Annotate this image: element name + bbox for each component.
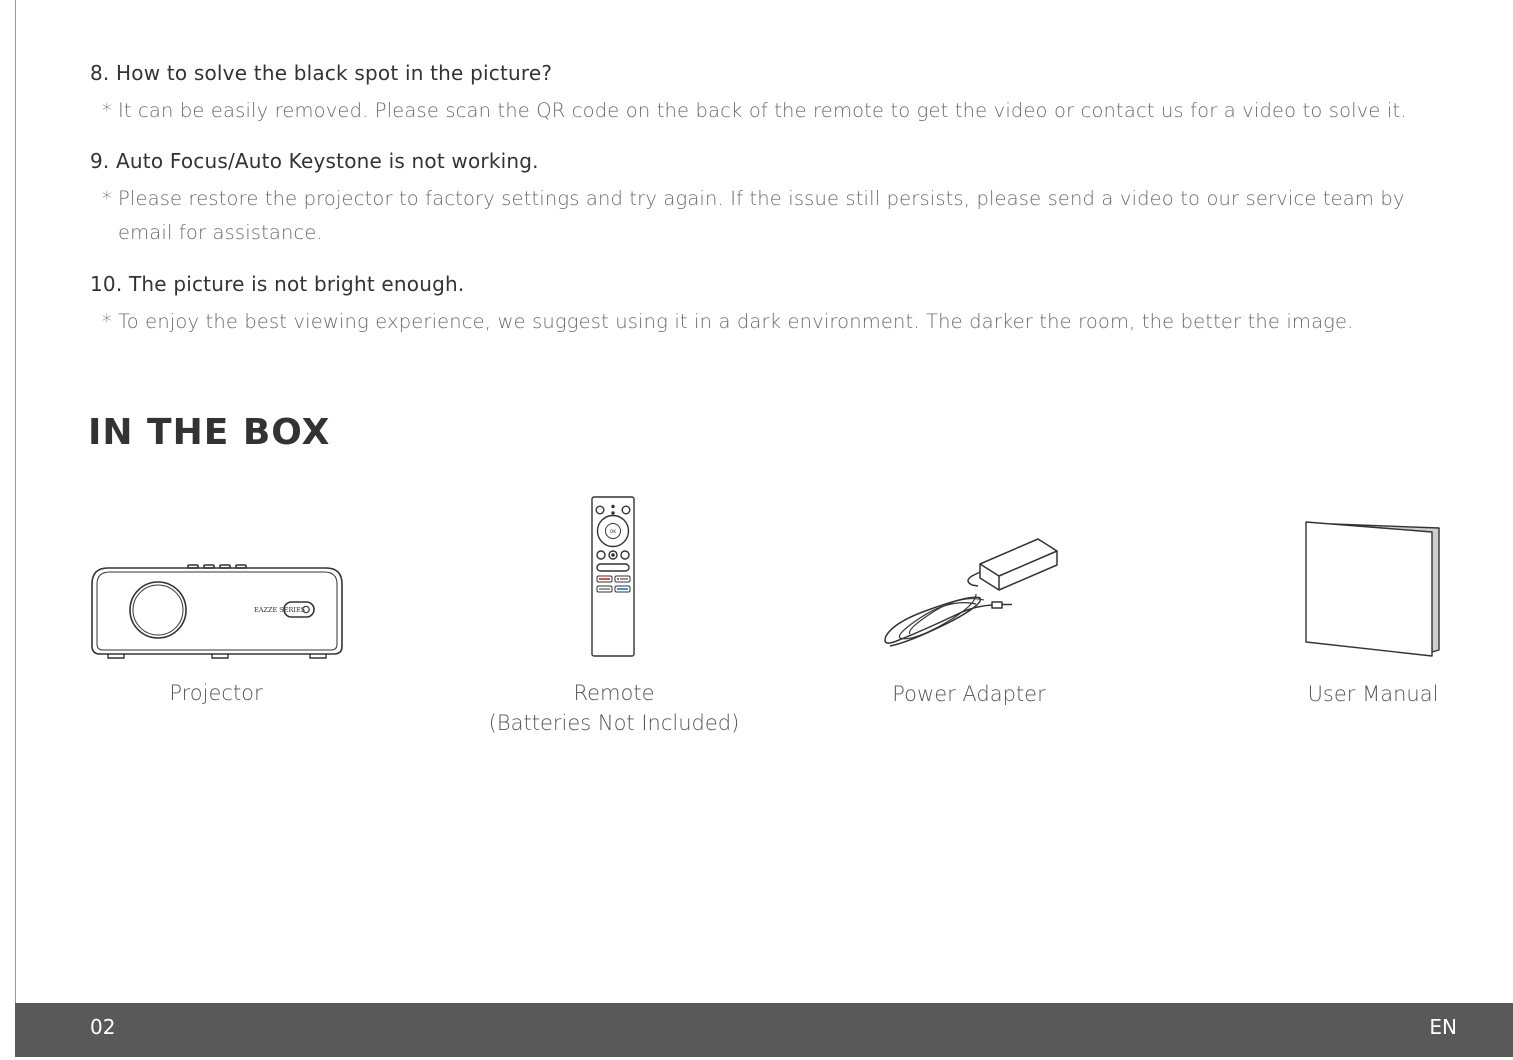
remote-icon: OK bbox=[591, 496, 635, 657]
power-adapter-icon bbox=[884, 538, 1058, 647]
faq-answer-text: To enjoy the best viewing experience, we… bbox=[118, 310, 1354, 333]
faq-answer: * Please restore the projector to factor… bbox=[90, 182, 1450, 250]
item-sublabel-text: (Batteries Not Included) bbox=[488, 711, 740, 735]
projector-icon: EAZZE SERIES bbox=[91, 564, 343, 659]
answer-bullet: * bbox=[102, 310, 112, 333]
item-label-text: Power Adapter bbox=[892, 682, 1046, 706]
faq-answer: * It can be easily removed. Please scan … bbox=[90, 94, 1450, 128]
faq-item-10: 10. The picture is not bright enough. * … bbox=[90, 272, 1450, 339]
user-manual-icon bbox=[1305, 521, 1440, 657]
projector-brand-text: EAZZE SERIES bbox=[254, 606, 305, 614]
page-number: 02 bbox=[90, 1015, 116, 1039]
item-label-text: Projector bbox=[169, 681, 263, 705]
page-footer: 02 EN bbox=[15, 1003, 1513, 1057]
faq-question: 8. How to solve the black spot in the pi… bbox=[90, 61, 553, 85]
section-title-in-the-box: IN THE BOX bbox=[88, 412, 331, 453]
item-label-user-manual: User Manual bbox=[1292, 679, 1454, 709]
faq-question: 9. Auto Focus/Auto Keystone is not worki… bbox=[90, 149, 539, 173]
faq-item-9: 9. Auto Focus/Auto Keystone is not worki… bbox=[90, 149, 1450, 250]
answer-bullet: * bbox=[102, 187, 112, 210]
faq-answer: * To enjoy the best viewing experience, … bbox=[90, 305, 1450, 339]
item-label-projector: Projector bbox=[116, 678, 316, 708]
faq-answer-text: Please restore the projector to factory … bbox=[118, 187, 1405, 244]
item-label-text: User Manual bbox=[1307, 682, 1439, 706]
svg-text:OK: OK bbox=[610, 529, 618, 535]
faq-answer-text: It can be easily removed. Please scan th… bbox=[118, 99, 1407, 122]
item-label-remote: Remote (Batteries Not Included) bbox=[460, 678, 768, 738]
page-left-rule bbox=[15, 0, 16, 1003]
faq-item-8: 8. How to solve the black spot in the pi… bbox=[90, 61, 1450, 128]
item-label-text: Remote bbox=[573, 681, 655, 705]
answer-bullet: * bbox=[102, 99, 112, 122]
faq-question: 10. The picture is not bright enough. bbox=[90, 272, 465, 296]
language-indicator: EN bbox=[1429, 1015, 1457, 1039]
item-label-power-adapter: Power Adapter bbox=[860, 679, 1078, 709]
